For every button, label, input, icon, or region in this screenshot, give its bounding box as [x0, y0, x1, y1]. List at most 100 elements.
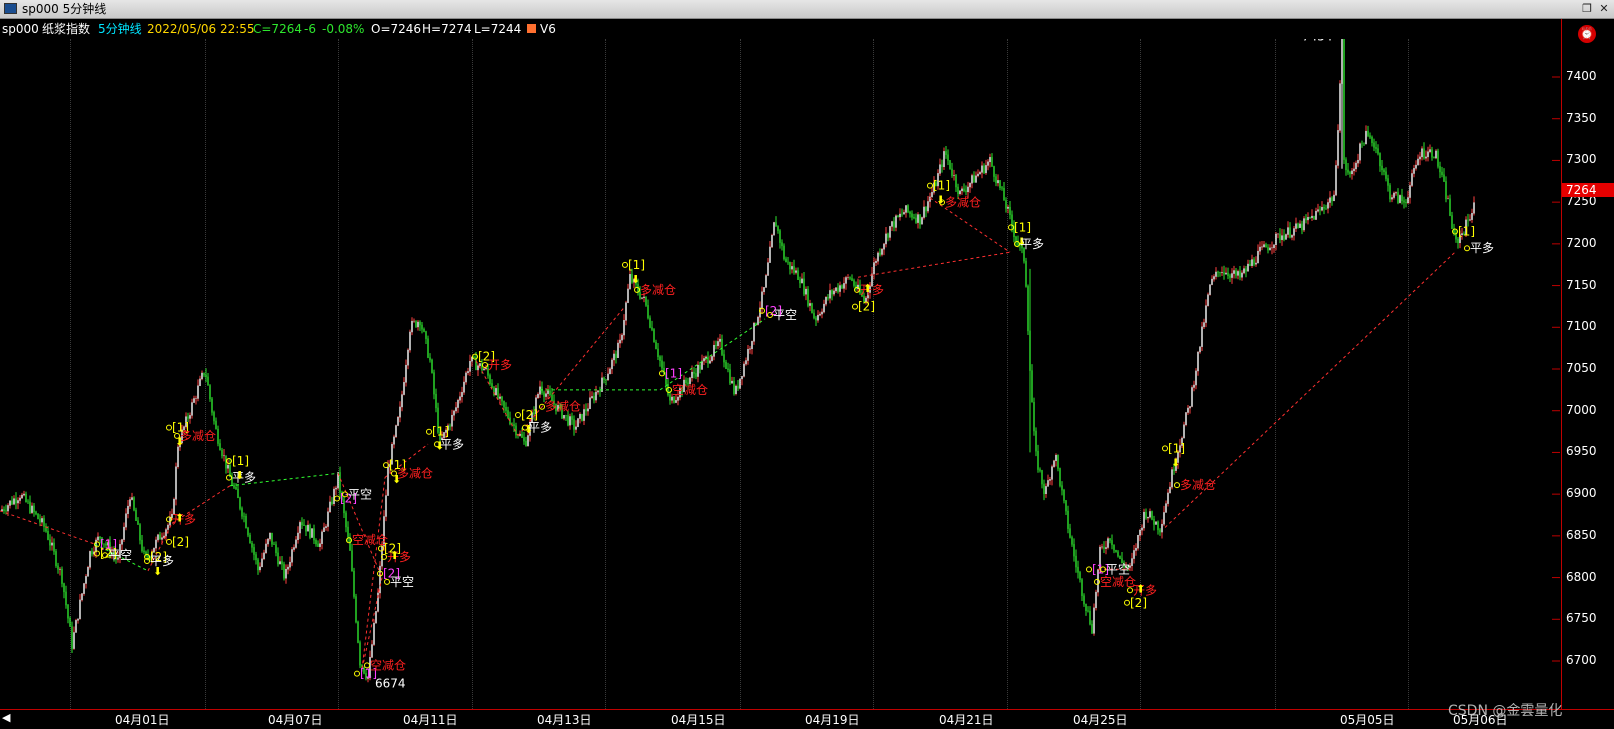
signal-label: 平多	[440, 437, 464, 451]
signal-dot	[346, 537, 352, 544]
signal-dot	[226, 457, 232, 464]
date-tick-label: 05月05日	[1340, 713, 1395, 727]
change-percent: -0.08%	[322, 22, 365, 36]
signal-dot	[1162, 445, 1168, 452]
high-value-label: 7454	[1302, 39, 1333, 43]
signal-label: 多减仓	[1180, 478, 1216, 492]
high-price: H=7274	[422, 22, 472, 36]
signal-label: 多减仓	[397, 466, 433, 480]
app-icon	[4, 3, 17, 14]
arrow-down-icon: ⬇	[235, 469, 244, 482]
signal-label: 空减仓	[1100, 575, 1136, 589]
signal-dot	[1174, 482, 1180, 489]
price-tick-label: 6950	[1566, 444, 1597, 459]
signal-dot	[426, 428, 432, 435]
signal-dot	[927, 182, 933, 189]
date-tick-label: 04月21日	[939, 713, 994, 727]
signal-dot	[334, 495, 340, 502]
price-tick-label: 6900	[1566, 486, 1597, 501]
signal-dot	[854, 286, 860, 293]
price-tick-label: 6800	[1566, 569, 1597, 584]
signal-label: 多减仓	[640, 283, 676, 297]
signal-dot	[226, 474, 232, 481]
signal-dot	[166, 516, 172, 523]
close-price: C=7264	[253, 22, 302, 36]
price-tick-label: 7150	[1566, 277, 1597, 292]
signal-dot	[354, 670, 360, 677]
signal-label: 开多	[488, 358, 512, 372]
price-tick-label: 7200	[1566, 235, 1597, 250]
scroll-left-icon[interactable]: ◀	[2, 711, 10, 724]
signal-label: 平多	[1470, 241, 1494, 255]
arrow-up-icon: ⬆	[175, 511, 184, 524]
signal-dot	[1086, 566, 1092, 573]
signal-dot	[166, 424, 172, 431]
signal-label: 空减仓	[370, 658, 406, 672]
signal-dot	[166, 538, 172, 545]
arrow-down-icon: ⬇	[631, 273, 640, 286]
date-tick-label: 04月11日	[403, 713, 458, 727]
price-tick-label: 7300	[1566, 152, 1597, 167]
open-price: O=7246	[371, 22, 422, 36]
signal-dot	[515, 412, 521, 419]
signal-label: [2]	[172, 535, 189, 549]
date-tick-label: 04月01日	[115, 713, 170, 727]
date-tick-label: 04月15日	[671, 713, 726, 727]
trade-link-line	[857, 251, 1011, 278]
signal-label: [2]	[1130, 596, 1147, 610]
signal-label: 平空	[1106, 562, 1130, 576]
bar-datetime: 2022/05/06 22:55	[147, 22, 255, 36]
price-tick-label: 6850	[1566, 527, 1597, 542]
date-tick-label: 04月25日	[1073, 713, 1128, 727]
signal-dot	[94, 550, 100, 557]
close-icon[interactable]: ✕	[1597, 2, 1611, 15]
date-tick-label: 04月19日	[805, 713, 860, 727]
signal-dot	[666, 387, 672, 394]
price-tick-label: 7000	[1566, 402, 1597, 417]
signal-label: [1]	[628, 258, 645, 272]
price-tick-label: 6750	[1566, 611, 1597, 626]
signal-label: [2]	[384, 542, 401, 556]
window-titlebar: sp000 5分钟线 ❐ ✕	[0, 0, 1614, 19]
low-value-label: 6674	[375, 677, 406, 691]
arrow-up-icon: ⬆	[863, 282, 872, 295]
signal-label: 空减仓	[672, 383, 708, 397]
price-tick-label: 7100	[1566, 319, 1597, 334]
signal-label: 平多	[150, 554, 174, 568]
low-price: L=7244	[474, 22, 522, 36]
signal-label: 多减仓	[945, 195, 981, 209]
last-price-marker: 7264	[1562, 183, 1614, 198]
signal-dot	[1464, 245, 1470, 252]
signal-label: 平多	[1020, 237, 1044, 251]
signal-dot	[634, 286, 640, 293]
price-tick-label: 7350	[1566, 110, 1597, 125]
signal-label: 多减仓	[180, 429, 216, 443]
signal-dot	[1094, 578, 1100, 585]
signal-label: 平空	[773, 308, 797, 322]
signal-dot	[622, 261, 628, 268]
signal-dot	[1124, 599, 1130, 606]
kline-chart[interactable]: [1]⬇多减仓平多[1]⬇[2]⬇平多开多⬆[2][1][2]平空[2]平空空减…	[0, 39, 1560, 709]
signal-dot	[1008, 224, 1014, 231]
signal-label: [1]	[1014, 220, 1031, 234]
signal-dot	[1452, 228, 1458, 235]
signal-label: 平空	[108, 548, 132, 562]
price-tick-label: 7400	[1566, 69, 1597, 83]
signal-label: [1]	[1458, 225, 1475, 239]
date-tick-label: 04月13日	[537, 713, 592, 727]
watermark: CSDN @金雲量化	[1448, 703, 1563, 719]
signal-label: 平空	[390, 575, 414, 589]
restore-icon[interactable]: ❐	[1580, 2, 1594, 15]
signal-label: [1]	[232, 454, 249, 468]
arrow-down-icon: ⬇	[1171, 456, 1180, 469]
indicator-label[interactable]: V6	[540, 19, 556, 39]
window-title: sp000 5分钟线	[22, 2, 107, 16]
signal-label: [1]	[1168, 441, 1185, 455]
signal-label: 空减仓	[352, 533, 388, 547]
price-tick-label: 6700	[1566, 653, 1597, 667]
signal-label: [1]	[933, 179, 950, 193]
period-label[interactable]: 5分钟线	[98, 19, 142, 39]
signal-dot	[472, 353, 478, 360]
price-tick-label: 7050	[1566, 361, 1597, 375]
signal-label: [2]	[858, 300, 875, 314]
